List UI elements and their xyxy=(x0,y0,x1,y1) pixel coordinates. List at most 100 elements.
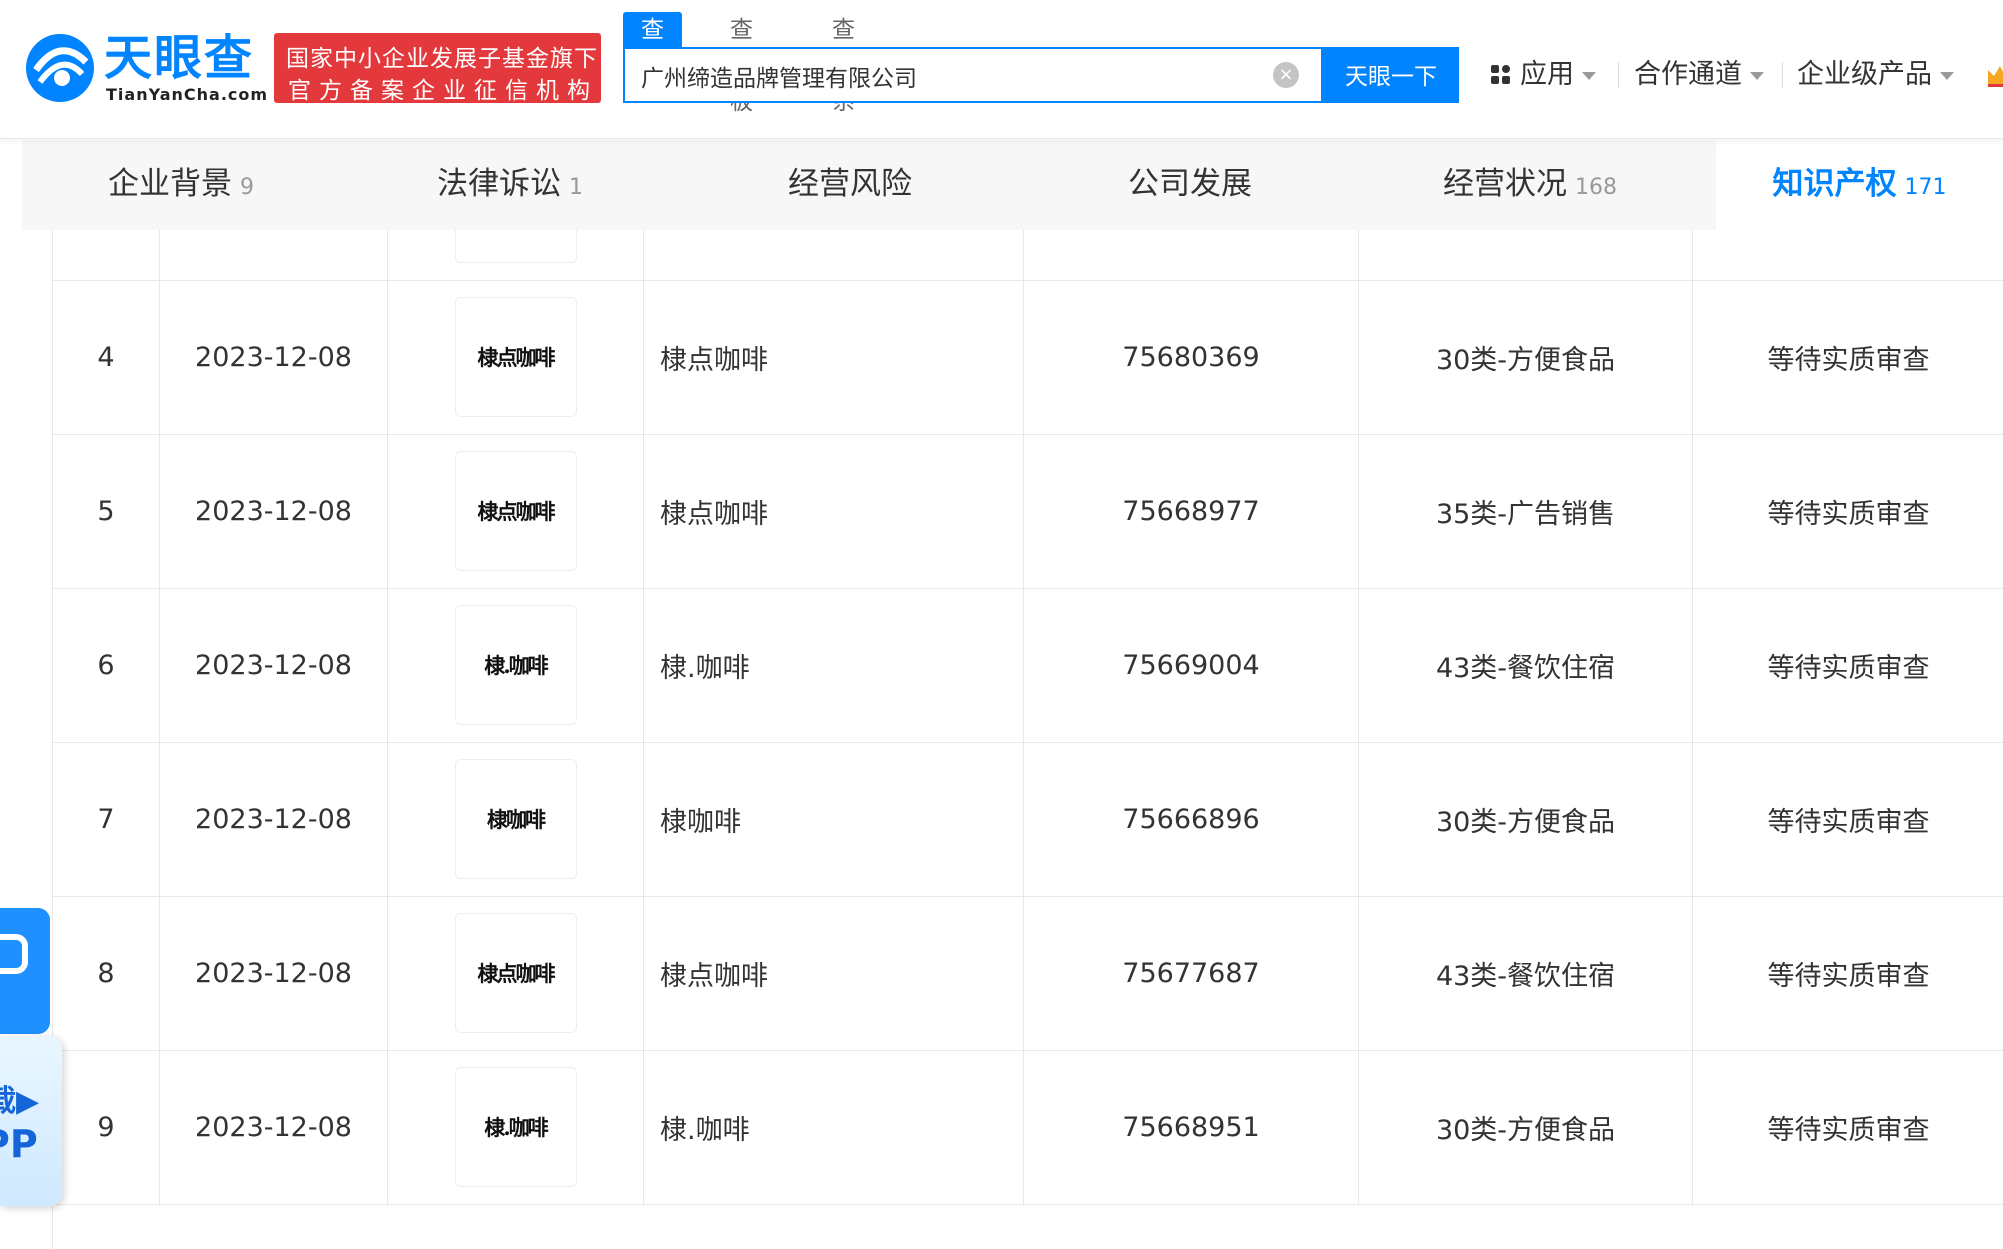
trademark-image[interactable]: 棣点咖啡 xyxy=(454,451,577,571)
search-tab-company[interactable]: 查公司 xyxy=(623,12,682,115)
tab-legal-litigation[interactable]: 法律诉讼 1 xyxy=(340,140,680,230)
registration-number: 75668977 xyxy=(1024,434,1359,588)
nav-partner[interactable]: 合作通道 xyxy=(1634,52,1764,98)
international-class: 43类-餐饮住宿 xyxy=(1359,896,1693,1050)
search-tab-relation[interactable]: 查关系 xyxy=(832,12,855,115)
international-class: 30类-方便食品 xyxy=(1359,742,1693,896)
trademark-name[interactable]: 棣点咖啡 xyxy=(644,896,1024,1050)
table-row: 4 2023-12-08 棣点咖啡 棣点咖啡 75680369 30类-方便食品… xyxy=(53,280,2003,435)
trademark-image[interactable]: 棣点咖啡 xyxy=(454,913,577,1033)
table-row: 8 2023-12-08 棣点咖啡 棣点咖啡 75677687 43类-餐饮住宿… xyxy=(53,896,2003,1051)
caret-down-icon xyxy=(1582,71,1596,80)
trademark-name[interactable]: 棣咖啡 xyxy=(644,742,1024,896)
international-class: 30类-方便食品 xyxy=(1359,280,1693,434)
app-qrcode-icon xyxy=(0,934,28,974)
row-number: 9 xyxy=(53,1050,160,1204)
row-number: 4 xyxy=(53,280,160,434)
trademark-status: 等待实质审查 xyxy=(1767,498,1930,530)
trademark-status: 等待实质审查 xyxy=(1767,960,1930,992)
international-class: 35类-广告销售 xyxy=(1359,434,1693,588)
tab-label: 法律诉讼 xyxy=(437,166,561,202)
search-input[interactable] xyxy=(639,49,1263,103)
search-tab-boss[interactable]: 查老板 xyxy=(730,12,753,115)
row-number: 7 xyxy=(53,742,160,896)
international-class: 30类-方便食品 xyxy=(1359,1050,1693,1204)
tab-count: 168 xyxy=(1575,175,1617,200)
nav-divider xyxy=(1782,62,1783,88)
trademark-image[interactable]: 棣点咖啡 xyxy=(454,297,577,417)
trademark-status: 等待实质审查 xyxy=(1767,806,1930,838)
nav-apps[interactable]: 应用 xyxy=(1490,52,1596,98)
trademark-table: 3 2023-12-08 棣咖啡 棣咖啡 75668995 43类-餐饮住宿 等… xyxy=(52,186,2003,1249)
trademark-status: 等待实质审查 xyxy=(1767,1114,1930,1146)
nav-enterprise[interactable]: 企业级产品 xyxy=(1797,52,1954,98)
registration-number: 75677687 xyxy=(1024,896,1359,1050)
top-header: 天眼查 TianYanCha.com 国家中小企业发展子基金旗下 官方备案企业征… xyxy=(0,0,2003,139)
download-app-promo[interactable]: 载▶ PP xyxy=(0,1036,62,1206)
row-number: 6 xyxy=(53,588,160,742)
trademark-status: 等待实质审查 xyxy=(1767,652,1930,684)
trademark-image-cell: 棣点咖啡 xyxy=(388,896,644,1050)
tab-enterprise-background[interactable]: 企业背景 9 xyxy=(22,140,340,230)
nav-divider xyxy=(1618,62,1619,88)
apply-date: 2023-12-08 xyxy=(160,1050,388,1204)
apply-date: 2023-12-08 xyxy=(160,280,388,434)
table-row: 5 2023-12-08 棣点咖啡 棣点咖啡 75668977 35类-广告销售… xyxy=(53,434,2003,589)
trademark-image[interactable]: 棣咖啡 xyxy=(454,759,577,879)
tab-business-status[interactable]: 经营状况 168 xyxy=(1360,140,1700,230)
registration-number: 75666896 xyxy=(1024,742,1359,896)
row-number: 8 xyxy=(53,896,160,1050)
tab-count: 171 xyxy=(1904,175,1947,200)
tab-label: 知识产权 xyxy=(1772,166,1897,202)
search-button[interactable]: 天眼一下 xyxy=(1323,47,1459,103)
site-logo[interactable]: 天眼查 TianYanCha.com xyxy=(22,30,267,106)
trademark-image[interactable]: 棣.咖啡 xyxy=(454,605,577,725)
tab-intellectual-property[interactable]: 知识产权 171 xyxy=(1716,140,2003,230)
trademark-name[interactable]: 棣.咖啡 xyxy=(644,588,1024,742)
apply-date: 2023-12-08 xyxy=(160,896,388,1050)
logo-name-cn: 天眼查 xyxy=(104,30,255,86)
promo-line-2: PP xyxy=(0,1122,38,1166)
registration-number: 75680369 xyxy=(1024,280,1359,434)
clear-search-icon[interactable]: × xyxy=(1273,62,1299,88)
table-row: 6 2023-12-08 棣.咖啡 棣.咖啡 75669004 43类-餐饮住宿… xyxy=(53,588,2003,743)
apply-date: 2023-12-08 xyxy=(160,588,388,742)
trademark-name[interactable]: 棣.咖啡 xyxy=(644,1050,1024,1204)
apply-date: 2023-12-08 xyxy=(160,434,388,588)
registration-number: 75668951 xyxy=(1024,1050,1359,1204)
badge-line-1: 国家中小企业发展子基金旗下 xyxy=(286,46,598,72)
tab-label: 企业背景 xyxy=(108,166,232,202)
trademark-image-cell: 棣咖啡 xyxy=(388,742,644,896)
tab-company-development[interactable]: 公司发展 xyxy=(1020,140,1360,230)
registration-number: 75669004 xyxy=(1024,588,1359,742)
international-class: 43类-餐饮住宿 xyxy=(1359,588,1693,742)
trademark-image[interactable]: 棣.咖啡 xyxy=(454,1067,577,1187)
trademark-image-cell: 棣.咖啡 xyxy=(388,1050,644,1204)
table-row: 7 2023-12-08 棣咖啡 棣咖啡 75666896 30类-方便食品 等… xyxy=(53,742,2003,897)
nav-apps-label: 应用 xyxy=(1520,59,1574,90)
tianyancha-logo-icon xyxy=(26,34,94,102)
tab-label: 经营状况 xyxy=(1443,166,1567,202)
tab-business-risk[interactable]: 经营风险 xyxy=(680,140,1020,230)
category-tabs: 企业背景 9 法律诉讼 1 经营风险 公司发展 经营状况 168 知识产权 171 xyxy=(22,140,2003,230)
tab-count: 1 xyxy=(569,175,583,200)
badge-line-2: 官方备案企业征信机构 xyxy=(288,78,598,104)
trademark-status: 等待实质审查 xyxy=(1767,344,1930,376)
promo-line-1: 载▶ xyxy=(0,1084,40,1119)
caret-down-icon xyxy=(1750,71,1764,80)
trademark-image-cell: 棣点咖啡 xyxy=(388,434,644,588)
trademark-image-cell: 棣.咖啡 xyxy=(388,588,644,742)
trademark-image-cell: 棣点咖啡 xyxy=(388,280,644,434)
caret-down-icon xyxy=(1940,71,1954,80)
official-badge: 国家中小企业发展子基金旗下 官方备案企业征信机构 xyxy=(274,33,601,104)
logo-name-en: TianYanCha.com xyxy=(106,85,269,104)
floating-app-qr[interactable] xyxy=(0,908,50,1034)
apply-date: 2023-12-08 xyxy=(160,742,388,896)
tab-count: 9 xyxy=(240,175,254,200)
trademark-name[interactable]: 棣点咖啡 xyxy=(644,280,1024,434)
row-number: 5 xyxy=(53,434,160,588)
vip-crown-icon[interactable] xyxy=(1986,62,2003,88)
apps-grid-icon xyxy=(1491,65,1510,84)
trademark-name[interactable]: 棣点咖啡 xyxy=(644,434,1024,588)
tab-label: 经营风险 xyxy=(788,166,912,202)
